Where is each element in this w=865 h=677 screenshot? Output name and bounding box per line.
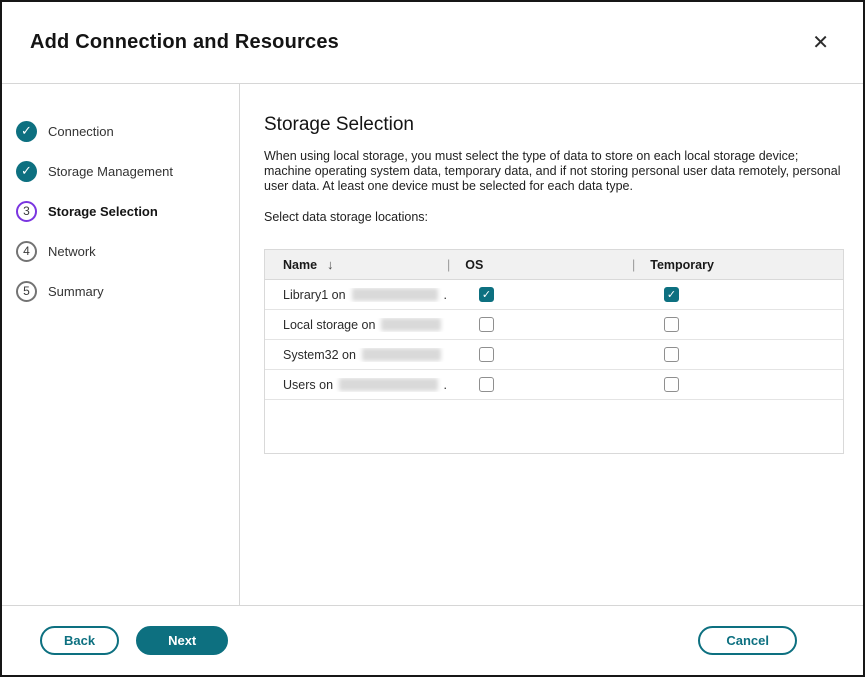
cancel-button[interactable]: Cancel: [698, 626, 797, 655]
table-header-row: Name ↓ | OS | Temporary: [265, 250, 843, 280]
storage-name: Users on: [283, 378, 333, 392]
add-connection-and-resources-dialog: Add Connection and Resources ✕ ✓ Connect…: [0, 0, 865, 677]
os-checkbox[interactable]: ✓: [479, 287, 494, 302]
table-empty-area: [265, 400, 843, 453]
storage-name-cell: Local storage on: [265, 318, 447, 332]
dialog-header: Add Connection and Resources ✕: [2, 2, 863, 84]
step-label: Storage Management: [48, 164, 173, 179]
step-connection[interactable]: ✓ Connection: [16, 111, 239, 151]
step-storage-management[interactable]: ✓ Storage Management: [16, 151, 239, 191]
next-button[interactable]: Next: [136, 626, 228, 655]
storage-name: System32 on: [283, 348, 356, 362]
step-complete-icon: ✓: [16, 121, 37, 142]
step-summary[interactable]: 5 Summary: [16, 271, 239, 311]
table-row: Users on .: [265, 370, 843, 400]
table-row: Local storage on: [265, 310, 843, 340]
step-number-badge: 5: [16, 281, 37, 302]
close-icon[interactable]: ✕: [808, 29, 833, 57]
column-label: OS: [465, 258, 483, 272]
step-label: Storage Selection: [48, 204, 158, 219]
storage-name: Local storage on: [283, 318, 375, 332]
step-storage-selection[interactable]: 3 Storage Selection: [16, 191, 239, 231]
main-panel: Storage Selection When using local stora…: [240, 84, 865, 605]
step-number-badge: 4: [16, 241, 37, 262]
storage-locations-table: Name ↓ | OS | Temporary Library1 on: [264, 249, 844, 454]
redacted-text: [381, 318, 441, 331]
dialog-title: Add Connection and Resources: [30, 31, 339, 54]
column-label: Temporary: [650, 258, 714, 272]
redacted-text: [339, 378, 437, 391]
step-label: Connection: [48, 124, 114, 139]
wizard-step-list: ✓ Connection ✓ Storage Management 3 Stor…: [2, 84, 240, 605]
step-label: Summary: [48, 284, 104, 299]
column-divider: |: [447, 258, 450, 272]
redacted-text: [362, 348, 441, 361]
storage-name-cell: Users on .: [265, 378, 447, 392]
storage-name-cell: Library1 on .: [265, 288, 447, 302]
storage-name: Library1 on: [283, 288, 346, 302]
temporary-checkbox[interactable]: [664, 317, 679, 332]
description-text: When using local storage, you must selec…: [264, 149, 849, 194]
select-locations-label: Select data storage locations:: [264, 210, 849, 224]
os-checkbox[interactable]: [479, 317, 494, 332]
table-row: System32 on: [265, 340, 843, 370]
os-checkbox[interactable]: [479, 377, 494, 392]
temporary-checkbox[interactable]: [664, 347, 679, 362]
column-header-temporary: | Temporary: [632, 258, 843, 272]
storage-name-cell: System32 on: [265, 348, 447, 362]
sort-descending-icon[interactable]: ↓: [327, 257, 334, 272]
column-header-os: | OS: [447, 258, 632, 272]
temporary-checkbox[interactable]: ✓: [664, 287, 679, 302]
step-number-badge: 3: [16, 201, 37, 222]
column-label: Name: [283, 258, 317, 272]
dialog-footer: Back Next Cancel: [2, 605, 863, 675]
redacted-text: [352, 288, 438, 301]
table-row: Library1 on . ✓ ✓: [265, 280, 843, 310]
column-divider: |: [632, 258, 635, 272]
page-title: Storage Selection: [264, 114, 849, 136]
os-checkbox[interactable]: [479, 347, 494, 362]
step-network[interactable]: 4 Network: [16, 231, 239, 271]
column-header-name[interactable]: Name ↓: [265, 257, 447, 272]
back-button[interactable]: Back: [40, 626, 119, 655]
step-complete-icon: ✓: [16, 161, 37, 182]
temporary-checkbox[interactable]: [664, 377, 679, 392]
step-label: Network: [48, 244, 96, 259]
